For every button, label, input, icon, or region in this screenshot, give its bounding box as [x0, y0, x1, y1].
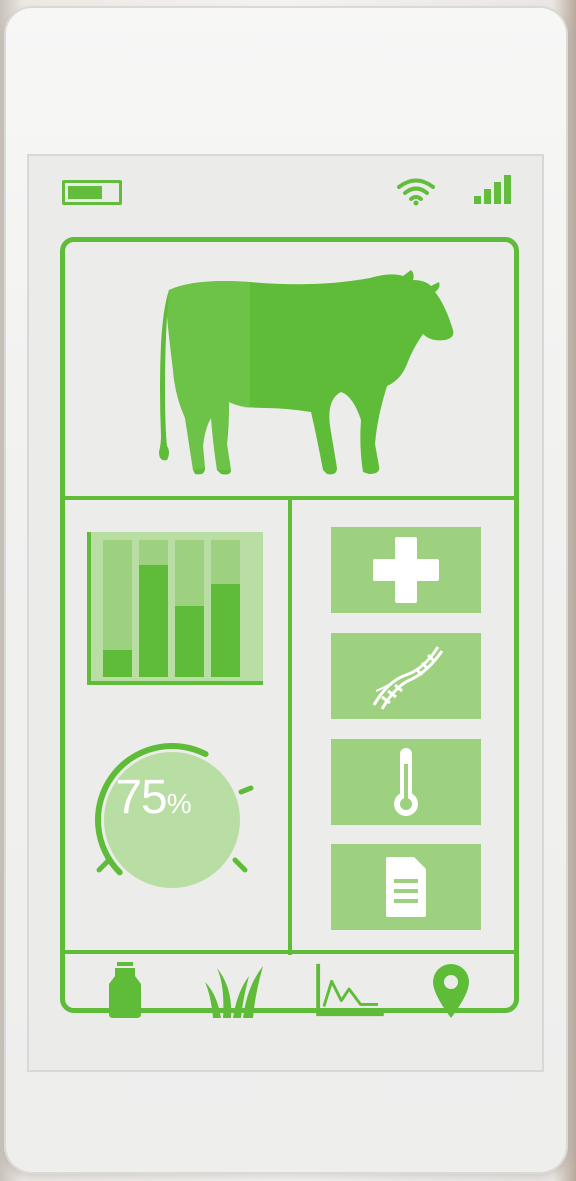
cow-icon — [159, 270, 454, 475]
gauge-value: 75% — [103, 770, 203, 825]
dashboard-card: 75% — [60, 237, 519, 1018]
medical-cross-icon — [373, 537, 439, 603]
status-bar — [29, 156, 542, 226]
bar-fill — [175, 606, 204, 677]
smartphone: 75% — [6, 8, 566, 1172]
bar-fill — [139, 565, 168, 677]
wifi-icon — [397, 178, 435, 206]
genetics-tile[interactable] — [331, 633, 481, 719]
gauge-unit: % — [166, 788, 192, 819]
bar-chart-icon — [87, 532, 263, 685]
temperature-tile[interactable] — [331, 739, 481, 825]
signal-bar — [484, 189, 491, 204]
signal-bar — [494, 182, 501, 204]
milk-can-icon[interactable] — [105, 962, 145, 1018]
signal-bar — [474, 196, 481, 204]
signal-bars-icon — [474, 175, 511, 204]
line-chart-icon[interactable] — [313, 962, 387, 1018]
bar-column — [139, 540, 168, 677]
location-pin-icon[interactable] — [431, 962, 471, 1018]
signal-bar — [504, 175, 511, 204]
bar-fill — [103, 650, 132, 677]
dna-icon — [372, 646, 444, 710]
bar-column — [211, 540, 240, 677]
bottom-nav — [65, 954, 514, 1020]
document-icon — [386, 857, 426, 917]
battery-level — [68, 186, 102, 199]
phone-screen: 75% — [27, 154, 544, 1072]
gauge-number: 75 — [115, 771, 167, 824]
column-divider — [288, 500, 292, 955]
grass-icon[interactable] — [203, 962, 267, 1018]
bar-column — [103, 540, 132, 677]
bar-fill — [211, 584, 240, 677]
battery-icon — [62, 180, 122, 205]
thermometer-icon — [394, 748, 418, 816]
health-tile[interactable] — [331, 527, 481, 613]
records-tile[interactable] — [331, 844, 481, 930]
bar-column — [175, 540, 204, 677]
